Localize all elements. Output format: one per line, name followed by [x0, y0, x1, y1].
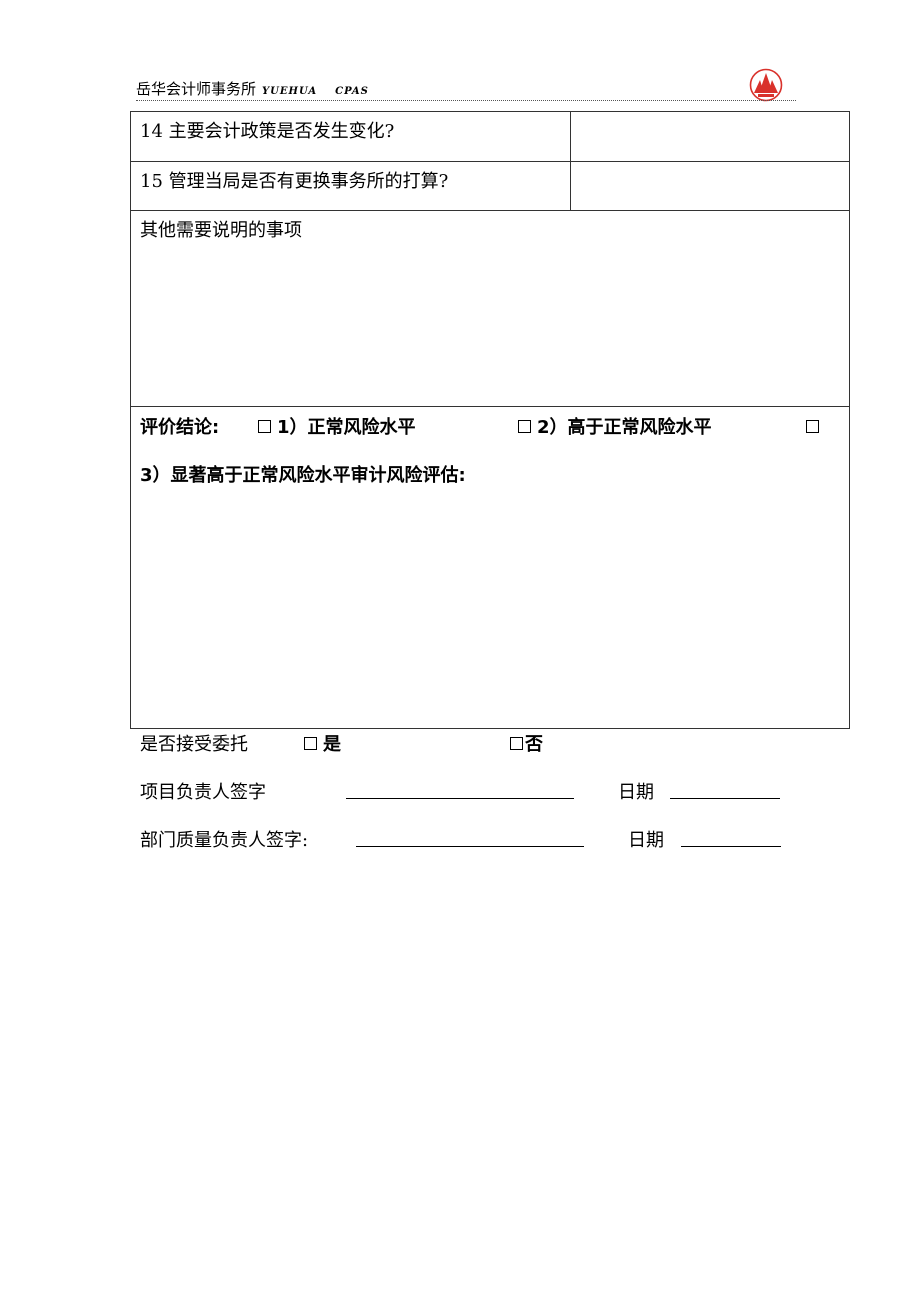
- firm-name: 岳华会计师事务所 YUEHUA CPAS: [136, 78, 369, 99]
- table-row: 15 管理当局是否有更换事务所的打算?: [131, 162, 849, 211]
- accept-no-option[interactable]: 否: [510, 730, 543, 756]
- question-cell: 14 主要会计政策是否发生变化?: [131, 112, 571, 161]
- date-label: 日期: [618, 782, 654, 803]
- question-cell: 15 管理当局是否有更换事务所的打算?: [131, 162, 571, 210]
- date-label: 日期: [628, 830, 664, 851]
- dept-quality-label: 部门质量负责人签字:: [140, 830, 309, 851]
- assessment-table: 14 主要会计政策是否发生变化? 15 管理当局是否有更换事务所的打算? 其他需…: [130, 111, 850, 729]
- project-lead-signature: 项目负责人签字 日期: [140, 778, 840, 804]
- checkbox-icon[interactable]: [510, 737, 523, 750]
- answer-cell[interactable]: [571, 112, 849, 161]
- date-line[interactable]: [670, 778, 780, 799]
- option-significantly-above[interactable]: [806, 413, 825, 443]
- notes-row: 其他需要说明的事项: [131, 211, 849, 407]
- firm-name-en-suffix: CPAS: [335, 86, 369, 97]
- checkbox-icon[interactable]: [258, 420, 271, 433]
- table-row: 14 主要会计政策是否发生变化?: [131, 112, 849, 162]
- checkbox-icon[interactable]: [304, 737, 317, 750]
- notes-label: 其他需要说明的事项: [140, 220, 302, 241]
- dept-quality-signature-line[interactable]: [356, 826, 584, 847]
- accept-no-label: 否: [525, 734, 543, 755]
- option-normal-label: 1）正常风险水平: [277, 417, 416, 438]
- accept-yes-option[interactable]: 是: [304, 730, 341, 756]
- page-header: 岳华会计师事务所 YUEHUA CPAS: [136, 68, 796, 102]
- project-lead-signature-line[interactable]: [346, 778, 574, 799]
- checkbox-icon[interactable]: [806, 420, 819, 433]
- conclusion-cell: 评价结论: 1）正常风险水平 2）高于正常风险水平 3）显著高于正常风险水平审计…: [131, 407, 849, 728]
- header-divider: [136, 100, 796, 101]
- accept-yes-label: 是: [323, 734, 341, 755]
- answer-cell[interactable]: [571, 162, 849, 210]
- checkbox-icon[interactable]: [518, 420, 531, 433]
- option-above-normal-label: 2）高于正常风险水平: [537, 417, 712, 438]
- option-normal[interactable]: 1）正常风险水平: [258, 413, 416, 443]
- option-significantly-above-label: 3）显著高于正常风险水平审计风险评估:: [140, 465, 466, 486]
- firm-name-en: YUEHUA: [262, 86, 318, 97]
- project-lead-label: 项目负责人签字: [140, 782, 266, 803]
- option-above-normal[interactable]: 2）高于正常风险水平: [518, 413, 712, 443]
- date-line[interactable]: [681, 826, 781, 847]
- notes-cell[interactable]: 其他需要说明的事项: [131, 211, 849, 406]
- conclusion-row: 评价结论: 1）正常风险水平 2）高于正常风险水平 3）显著高于正常风险水平审计…: [131, 407, 849, 728]
- yuehua-logo-icon: [749, 68, 783, 102]
- accept-engagement: 是否接受委托 是 否: [140, 730, 840, 756]
- dept-quality-signature: 部门质量负责人签字: 日期: [140, 826, 840, 852]
- firm-name-cn: 岳华会计师事务所: [136, 80, 257, 98]
- conclusion-label: 评价结论:: [140, 417, 220, 438]
- accept-label: 是否接受委托: [140, 734, 248, 755]
